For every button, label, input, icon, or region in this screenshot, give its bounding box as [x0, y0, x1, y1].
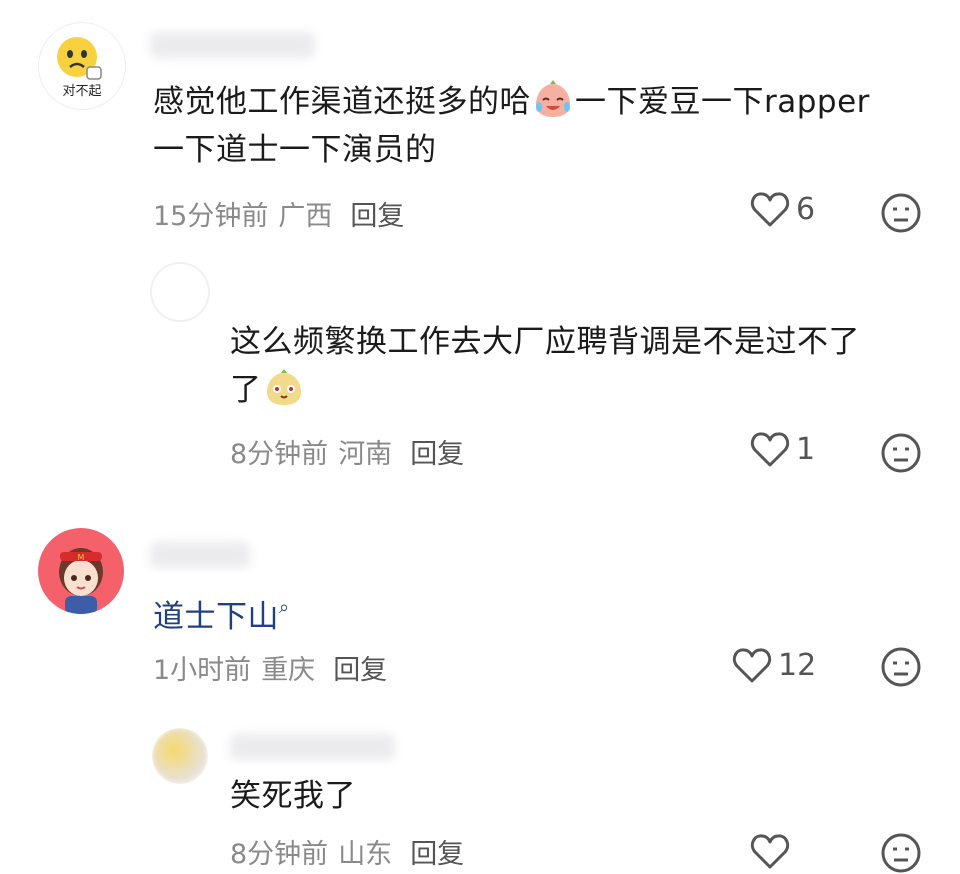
- comment-meta: 15分钟前 广西 回复: [153, 194, 404, 233]
- like-button[interactable]: 12: [732, 646, 816, 684]
- timestamp: 8分钟前: [230, 439, 329, 470]
- reply-button[interactable]: 回复: [333, 655, 387, 686]
- search-link-text[interactable]: 道士下山: [153, 599, 279, 635]
- comment-2-reply: 这么频繁换工作去大厂应聘背调是不是过不了 了 8分钟前 河南 回复 1: [0, 250, 960, 490]
- username-blurred[interactable]: [150, 32, 315, 58]
- like-count: 6: [796, 191, 816, 227]
- timestamp: 15分钟前: [153, 201, 269, 232]
- timestamp: 1小时前: [153, 655, 252, 686]
- like-button[interactable]: [750, 832, 796, 870]
- username-blurred[interactable]: [150, 542, 250, 568]
- comment-text-part: 这么频繁换工作去大厂应聘背调是不是过不了: [230, 324, 860, 360]
- comment-text-part: 一下道士一下演员的: [153, 132, 437, 168]
- avatar[interactable]: 对不起: [38, 22, 126, 110]
- avatar[interactable]: M: [38, 528, 124, 614]
- comment-text-part: 了: [230, 372, 262, 408]
- svg-text:M: M: [78, 553, 85, 562]
- heart-outline-icon: [732, 648, 772, 683]
- location: 重庆: [261, 655, 316, 686]
- comment-text: 这么频繁换工作去大厂应聘背调是不是过不了 了: [230, 318, 930, 414]
- comment-4-reply: 笑死我了 8分钟前 山东 回复: [0, 720, 960, 873]
- comment-text-part: 感觉他工作渠道还挺多的哈: [153, 84, 531, 120]
- comment-meta: 1小时前 重庆 回复: [153, 648, 387, 687]
- comment-text: 感觉他工作渠道还挺多的哈 一下爱豆一下rapper 一下道士一下演员的: [153, 78, 943, 174]
- heart-outline-icon: [750, 432, 790, 467]
- avatar[interactable]: [150, 262, 210, 322]
- crying-laugh-emoji-icon: [536, 80, 570, 117]
- comment-text: 道士下山⌕: [153, 584, 290, 641]
- timestamp: 8分钟前: [230, 839, 329, 870]
- avatar[interactable]: [152, 728, 208, 784]
- dislike-face-icon[interactable]: [880, 432, 922, 474]
- comment-meta: 8分钟前 河南 回复: [230, 432, 464, 471]
- comment-1: 对不起 感觉他工作渠道还挺多的哈 一下爱豆一下rapper 一下道士一下演员的 1…: [0, 0, 960, 250]
- location: 河南: [338, 439, 393, 470]
- comment-text-part: 笑死我了: [230, 778, 356, 814]
- reply-button[interactable]: 回复: [410, 439, 464, 470]
- like-count: 1: [796, 431, 816, 467]
- reply-button[interactable]: 回复: [350, 201, 404, 232]
- comment-text: 笑死我了: [230, 772, 356, 820]
- username-blurred[interactable]: [230, 734, 395, 760]
- heart-outline-icon: [750, 834, 790, 869]
- comment-3: M 道士下山⌕ 1小时前 重庆 回复 12: [0, 520, 960, 700]
- like-button[interactable]: 1: [750, 430, 815, 468]
- comment-meta: 8分钟前 山东 回复: [230, 832, 464, 871]
- avatar-caption: 对不起: [62, 84, 102, 99]
- like-count: 12: [778, 647, 817, 683]
- location: 广西: [278, 201, 333, 232]
- comment-text-part: 一下爱豆一下rapper: [575, 84, 870, 120]
- heart-outline-icon: [750, 192, 790, 227]
- like-button[interactable]: 6: [750, 190, 815, 228]
- location: 山东: [338, 839, 393, 870]
- search-icon[interactable]: ⌕: [279, 597, 290, 618]
- cartoon-boy-avatar-icon: M: [59, 548, 103, 614]
- dislike-face-icon[interactable]: [880, 192, 922, 234]
- avatar-blurred-image: [152, 728, 208, 784]
- reply-button[interactable]: 回复: [410, 839, 464, 870]
- cute-face-emoji-icon: [266, 369, 301, 405]
- dislike-face-icon[interactable]: [880, 646, 922, 688]
